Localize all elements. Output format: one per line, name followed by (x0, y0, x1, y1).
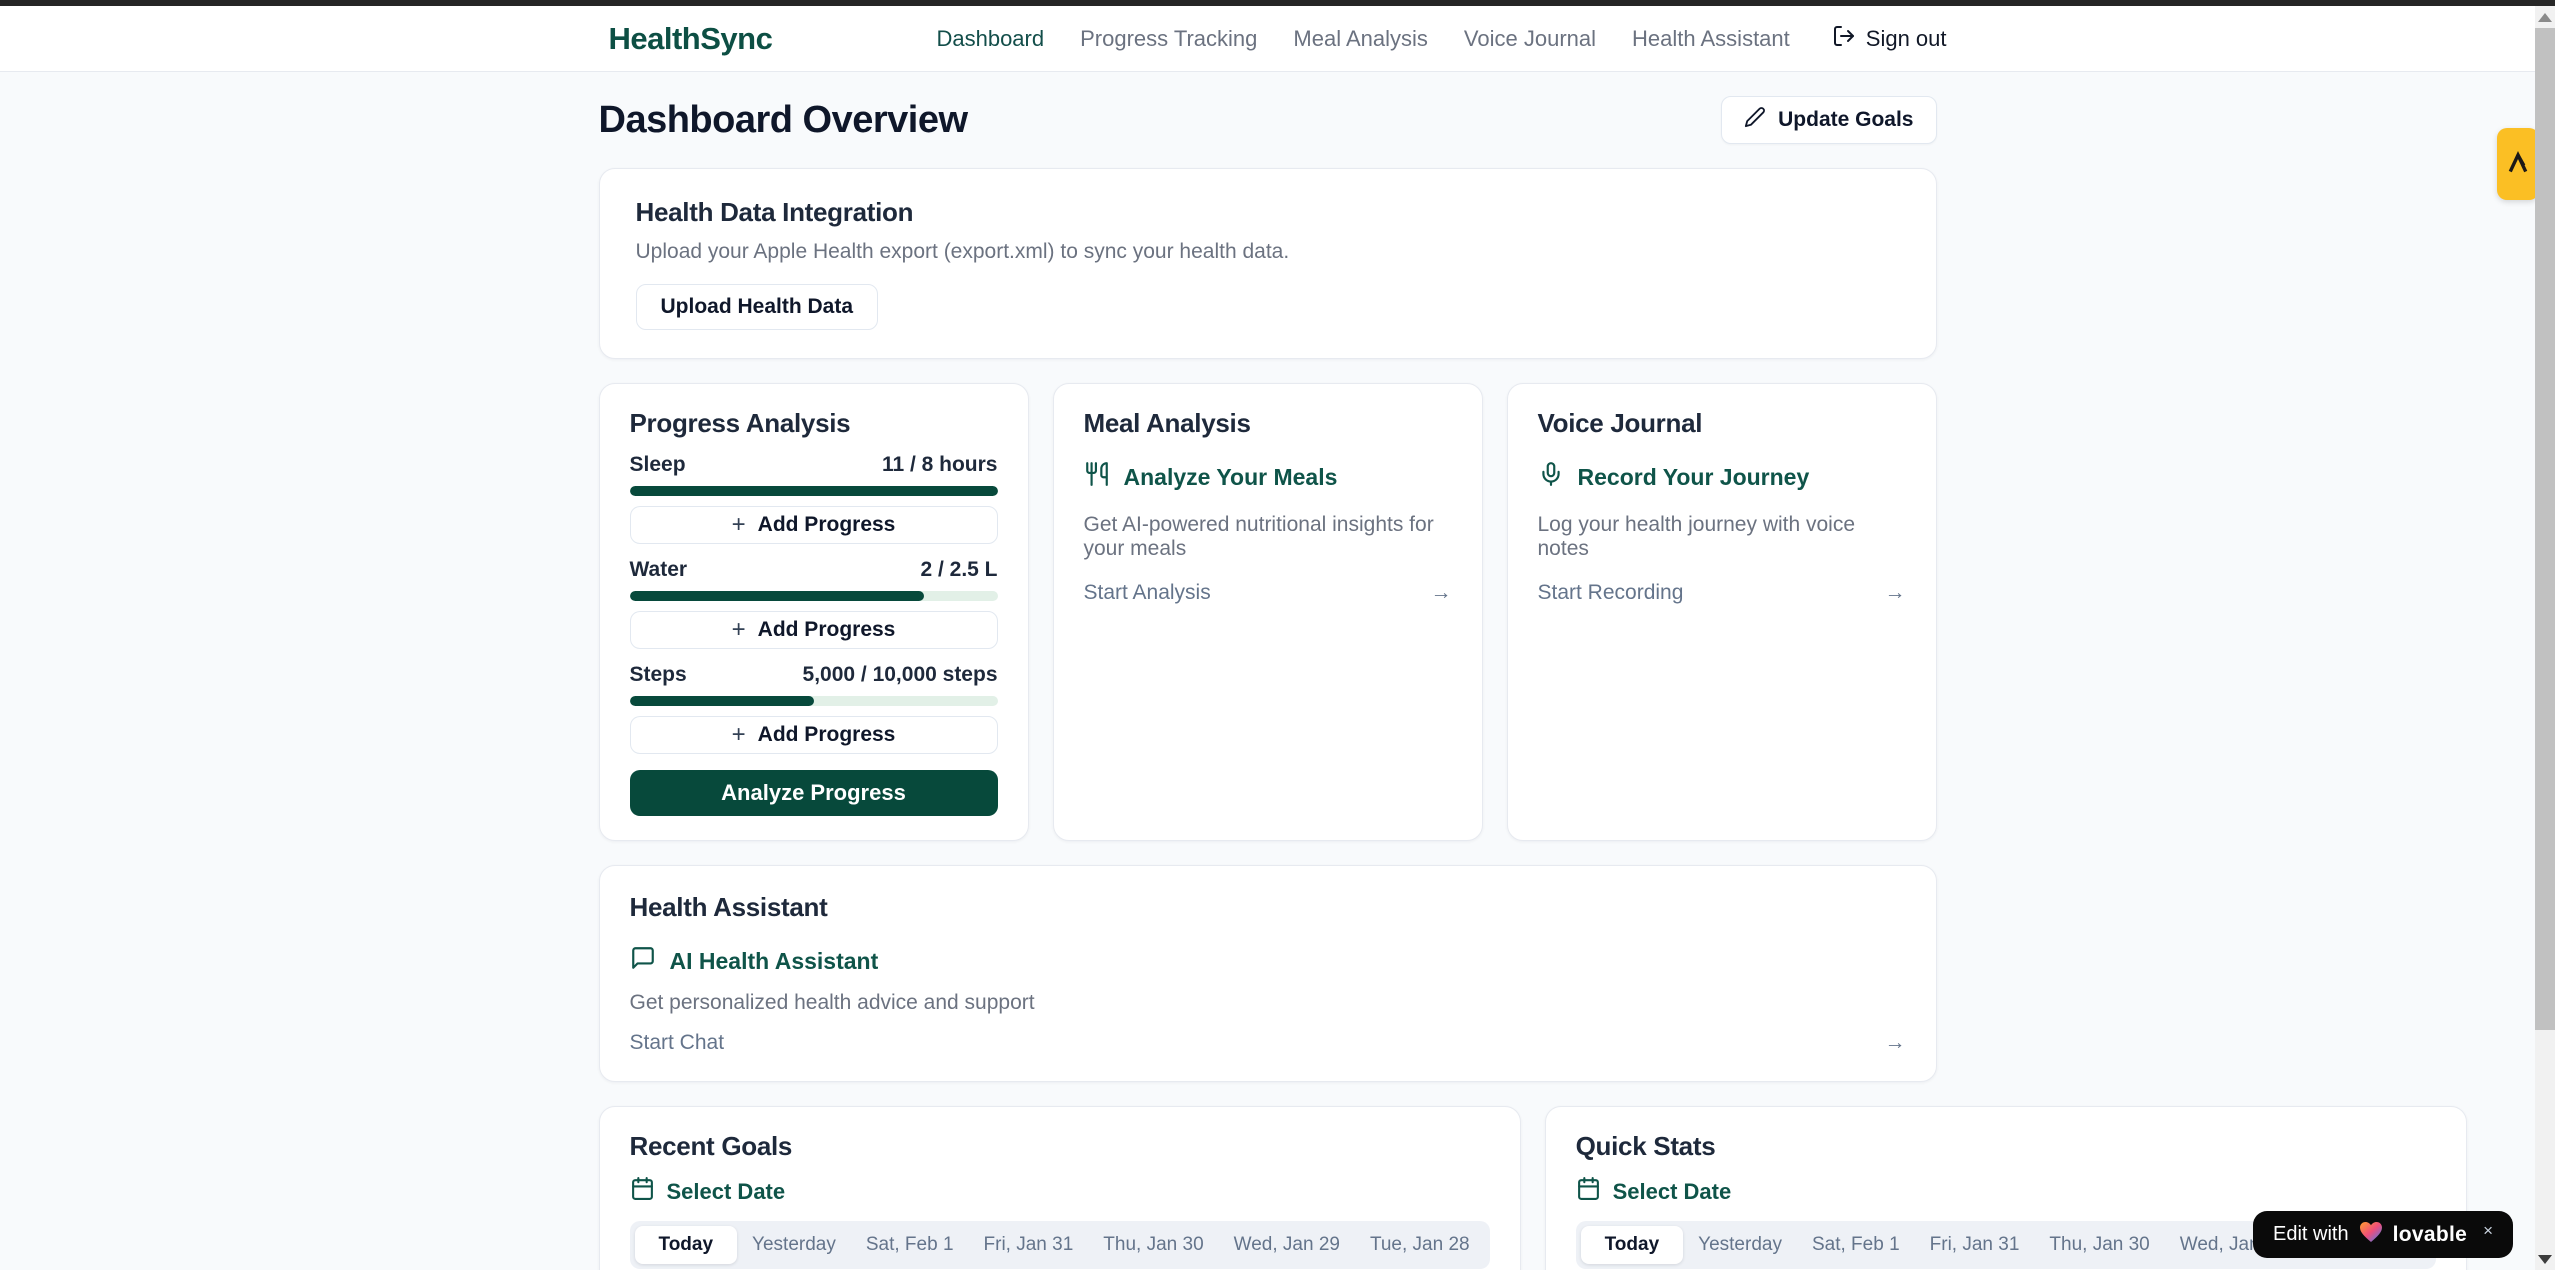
lovable-floating-button[interactable] (2497, 128, 2539, 200)
start-recording-link[interactable]: Start Recording → (1538, 581, 1906, 605)
lovable-logo-icon (2504, 148, 2532, 181)
arrow-right-icon: → (1885, 581, 1906, 605)
health-assistant-card: Health Assistant AI Health Assistant Get… (599, 865, 1937, 1082)
nav-health-assistant[interactable]: Health Assistant (1632, 26, 1790, 52)
progress-item-water: Water 2 / 2.5 L + Add Progress (630, 558, 998, 649)
tab-yesterday[interactable]: Yesterday (1683, 1226, 1797, 1264)
tab-tue-jan-28[interactable]: Tue, Jan 28 (1355, 1226, 1485, 1264)
card-description: Get personalized health advice and suppo… (630, 991, 1906, 1015)
chat-bubble-icon (630, 945, 656, 977)
tab-fri-jan-31[interactable]: Fri, Jan 31 (969, 1226, 1089, 1264)
tab-sat-feb-1[interactable]: Sat, Feb 1 (1797, 1226, 1915, 1264)
card-description: Get AI-powered nutritional insights for … (1084, 513, 1452, 561)
ai-health-assistant-link[interactable]: AI Health Assistant (630, 945, 1906, 977)
vertical-scrollbar[interactable] (2535, 6, 2555, 1270)
card-title: Health Data Integration (636, 197, 1900, 228)
card-title: Voice Journal (1538, 408, 1906, 439)
scroll-down-button[interactable] (2535, 1248, 2555, 1270)
select-date-button[interactable]: Select Date (630, 1176, 1490, 1207)
nav-voice-journal[interactable]: Voice Journal (1464, 26, 1596, 52)
tab-wed-jan-29[interactable]: Wed, Jan 29 (1219, 1226, 1355, 1264)
water-progress-bar (630, 591, 998, 601)
top-nav: HealthSync Dashboard Progress Tracking M… (0, 6, 2555, 72)
page-title: Dashboard Overview (599, 99, 968, 142)
brand-logo[interactable]: HealthSync (609, 21, 773, 57)
card-title: Progress Analysis (630, 408, 998, 439)
tab-thu-jan-30[interactable]: Thu, Jan 30 (2034, 1226, 2164, 1264)
logout-icon (1832, 24, 1856, 54)
utensils-icon (1084, 461, 1110, 493)
nav-dashboard[interactable]: Dashboard (936, 26, 1044, 52)
voice-journal-card: Voice Journal Record Your Journey Log yo… (1507, 383, 1937, 841)
nav-progress-tracking[interactable]: Progress Tracking (1080, 26, 1257, 52)
analyze-progress-button[interactable]: Analyze Progress (630, 770, 998, 816)
calendar-icon (1576, 1176, 1601, 1207)
scrollbar-thumb[interactable] (2535, 28, 2555, 1030)
progress-value: 11 / 8 hours (882, 453, 998, 477)
steps-progress-bar (630, 696, 998, 706)
card-title: Meal Analysis (1084, 408, 1452, 439)
triangle-up-icon (2538, 13, 2552, 22)
start-chat-link[interactable]: Start Chat → (630, 1031, 1906, 1055)
triangle-down-icon (2538, 1255, 2552, 1264)
tab-sat-feb-1[interactable]: Sat, Feb 1 (851, 1226, 969, 1264)
record-your-journey-link[interactable]: Record Your Journey (1538, 461, 1906, 493)
select-date-button[interactable]: Select Date (1576, 1176, 2436, 1207)
close-icon[interactable]: × (2483, 1221, 2493, 1241)
add-progress-water-button[interactable]: + Add Progress (630, 611, 998, 649)
update-goals-button[interactable]: Update Goals (1721, 96, 1936, 144)
add-progress-steps-button[interactable]: + Add Progress (630, 716, 998, 754)
analyze-your-meals-link[interactable]: Analyze Your Meals (1084, 461, 1452, 493)
progress-value: 2 / 2.5 L (920, 558, 997, 582)
plus-icon: + (732, 513, 746, 537)
card-description: Log your health journey with voice notes (1538, 513, 1906, 561)
progress-item-sleep: Sleep 11 / 8 hours + Add Progress (630, 453, 998, 544)
card-description: Upload your Apple Health export (export.… (636, 240, 1900, 264)
calendar-icon (630, 1176, 655, 1207)
plus-icon: + (732, 618, 746, 642)
progress-label: Sleep (630, 453, 686, 477)
progress-label: Water (630, 558, 688, 582)
progress-analysis-card: Progress Analysis Sleep 11 / 8 hours + A… (599, 383, 1029, 841)
main-nav: Dashboard Progress Tracking Meal Analysi… (936, 24, 1946, 54)
microphone-icon (1538, 461, 1564, 493)
heart-icon (2359, 1221, 2383, 1248)
sleep-progress-bar (630, 486, 998, 496)
sign-out-button[interactable]: Sign out (1832, 24, 1947, 54)
arrow-right-icon: → (1885, 1031, 1906, 1055)
tab-thu-jan-30[interactable]: Thu, Jan 30 (1088, 1226, 1218, 1264)
card-title: Quick Stats (1576, 1131, 2436, 1162)
tab-yesterday[interactable]: Yesterday (737, 1226, 851, 1264)
recent-goals-card: Recent Goals Select Date Today Yesterday… (599, 1106, 1521, 1270)
start-analysis-link[interactable]: Start Analysis → (1084, 581, 1452, 605)
nav-meal-analysis[interactable]: Meal Analysis (1293, 26, 1428, 52)
edit-with-lovable-badge[interactable]: Edit with lovable × (2253, 1211, 2513, 1258)
scroll-up-button[interactable] (2535, 6, 2555, 28)
progress-label: Steps (630, 663, 687, 687)
health-data-integration-card: Health Data Integration Upload your Appl… (599, 168, 1937, 359)
tab-today[interactable]: Today (635, 1226, 738, 1264)
add-progress-sleep-button[interactable]: + Add Progress (630, 506, 998, 544)
date-tab-bar: Today Yesterday Sat, Feb 1 Fri, Jan 31 T… (630, 1221, 1490, 1269)
progress-item-steps: Steps 5,000 / 10,000 steps + Add Progres… (630, 663, 998, 754)
pencil-icon (1744, 106, 1766, 134)
card-title: Health Assistant (630, 892, 1906, 923)
upload-health-data-button[interactable]: Upload Health Data (636, 284, 879, 330)
tab-today[interactable]: Today (1581, 1226, 1684, 1264)
plus-icon: + (732, 723, 746, 747)
card-title: Recent Goals (630, 1131, 1490, 1162)
tab-fri-jan-31[interactable]: Fri, Jan 31 (1915, 1226, 2035, 1264)
arrow-right-icon: → (1431, 581, 1452, 605)
meal-analysis-card: Meal Analysis Analyze Your Meals Get AI-… (1053, 383, 1483, 841)
progress-value: 5,000 / 10,000 steps (803, 663, 998, 687)
